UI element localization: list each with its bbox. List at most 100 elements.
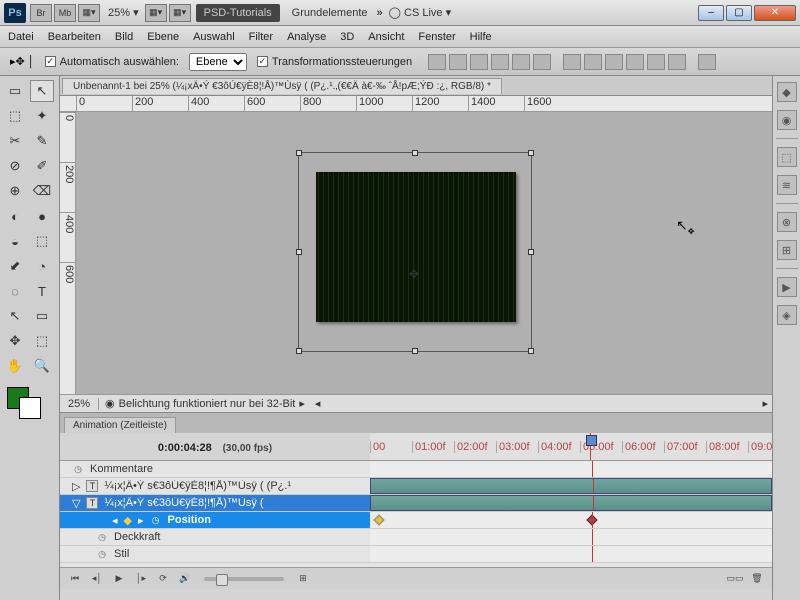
tool-4[interactable]: ✂ xyxy=(3,130,27,152)
transform-handle[interactable] xyxy=(296,249,302,255)
close-button[interactable]: ✕ xyxy=(754,5,796,21)
expand-icon[interactable]: ▷ xyxy=(72,480,80,493)
arrange-button[interactable]: ▦▾ xyxy=(145,4,167,22)
menu-bild[interactable]: Bild xyxy=(115,31,133,43)
tool-22[interactable]: ✋ xyxy=(3,355,27,377)
workspace-more-icon[interactable]: » xyxy=(377,7,383,19)
align-icon[interactable] xyxy=(428,54,446,70)
dock-icon-5[interactable]: ⊞ xyxy=(777,240,797,260)
transform-handle[interactable] xyxy=(412,150,418,156)
tool-23[interactable]: 🔍 xyxy=(30,355,54,377)
tool-5[interactable]: ✎ xyxy=(30,130,54,152)
align-icon[interactable] xyxy=(491,54,509,70)
maximize-button[interactable]: ▢ xyxy=(726,5,752,21)
tool-7[interactable]: ✐ xyxy=(30,155,54,177)
audio-button[interactable]: 🔊 xyxy=(176,572,194,586)
tool-14[interactable]: ⬋ xyxy=(3,255,27,277)
keyframe-diamond-icon[interactable]: ◆ xyxy=(124,514,132,527)
track-comments[interactable]: ◷Kommentare xyxy=(60,461,772,478)
track-layer-1[interactable]: ▷T¼¡x¦Ä•Ý ѕ€3ôÚ€ÿÈ8¦!¶Å)™Ùsÿ ( (P¿.¹ xyxy=(60,478,772,495)
tool-17[interactable]: T xyxy=(30,280,54,302)
transform-center-icon[interactable]: ✥ xyxy=(409,267,419,281)
tool-16[interactable]: ◌ xyxy=(3,280,27,302)
transform-handle[interactable] xyxy=(528,249,534,255)
tool-3[interactable]: ✦ xyxy=(30,105,54,127)
distribute-icon[interactable] xyxy=(605,54,623,70)
tool-2[interactable]: ⬚ xyxy=(3,105,27,127)
menu-bearbeiten[interactable]: Bearbeiten xyxy=(48,31,101,43)
animation-tab[interactable]: Animation (Zeitleiste) xyxy=(64,417,176,433)
distribute-icon[interactable] xyxy=(626,54,644,70)
align-icon[interactable] xyxy=(533,54,551,70)
align-icon[interactable] xyxy=(449,54,467,70)
menu-analyse[interactable]: Analyse xyxy=(287,31,326,43)
tool-18[interactable]: ↖ xyxy=(3,305,27,327)
tool-12[interactable]: ◒ xyxy=(3,230,27,252)
dock-icon-4[interactable]: ⊗ xyxy=(777,212,797,232)
keyframe[interactable] xyxy=(373,514,384,525)
track-layer-2[interactable]: ▽T¼¡x¦Ä•Ý ѕ€3ôÚ€ÿÈ8¦!¶Å)™Ùsÿ ( xyxy=(60,495,772,512)
stopwatch-icon[interactable]: ◷ xyxy=(96,531,108,543)
align-icon[interactable] xyxy=(512,54,530,70)
distribute-icon[interactable] xyxy=(647,54,665,70)
tool-20[interactable]: ✥ xyxy=(3,330,27,352)
workspace-psd-tutorials[interactable]: PSD-Tutorials xyxy=(196,4,280,22)
collapse-icon[interactable]: ▽ xyxy=(72,497,80,510)
transform-handle[interactable] xyxy=(412,348,418,354)
distribute-icon[interactable] xyxy=(563,54,581,70)
dock-icon-6[interactable]: ▶ xyxy=(777,277,797,297)
tool-15[interactable]: ◔ xyxy=(30,255,54,277)
tool-11[interactable]: ● xyxy=(30,205,54,227)
playhead[interactable] xyxy=(590,433,591,460)
prev-keyframe-icon[interactable]: ◂ xyxy=(112,514,118,527)
track-style[interactable]: ◷Stil xyxy=(60,546,772,563)
dock-icon-2[interactable]: ⬚ xyxy=(777,147,797,167)
align-icon[interactable] xyxy=(470,54,488,70)
transform-handle[interactable] xyxy=(296,150,302,156)
zoom-level[interactable]: 25% ▾ xyxy=(108,6,139,19)
tool-21[interactable]: ⬚ xyxy=(30,330,54,352)
menu-ebene[interactable]: Ebene xyxy=(147,31,179,43)
horizontal-ruler[interactable]: 02004006008001000120014001600 xyxy=(60,96,772,112)
transform-box[interactable]: ✥ xyxy=(298,152,532,352)
tool-8[interactable]: ⊕ xyxy=(3,180,27,202)
tool-9[interactable]: ⌫ xyxy=(30,180,54,202)
menu-auswahl[interactable]: Auswahl xyxy=(193,31,235,43)
color-swatches[interactable] xyxy=(3,387,56,421)
distribute-icon[interactable] xyxy=(584,54,602,70)
minimize-button[interactable]: – xyxy=(698,5,724,21)
zoom-slider[interactable] xyxy=(204,577,284,581)
tool-19[interactable]: ▭ xyxy=(30,305,54,327)
menu-3d[interactable]: 3D xyxy=(340,31,354,43)
frame-back-button[interactable]: ◂│ xyxy=(88,572,106,586)
dock-icon-7[interactable]: ◈ xyxy=(777,305,797,325)
frame-fwd-button[interactable]: │▸ xyxy=(132,572,150,586)
auto-align-icon[interactable] xyxy=(698,54,716,70)
transform-handle[interactable] xyxy=(528,150,534,156)
transform-controls-checkbox[interactable]: ✓Transformationssteuerungen xyxy=(257,56,412,68)
workspace-grundelemente[interactable]: Grundelemente xyxy=(286,4,374,22)
tool-1[interactable]: ↖ xyxy=(30,80,54,102)
menu-fenster[interactable]: Fenster xyxy=(418,31,455,43)
auto-select-checkbox[interactable]: ✓Automatisch auswählen: xyxy=(45,56,179,68)
bridge-button[interactable]: Br xyxy=(30,4,52,22)
horizontal-scrollbar[interactable]: ◂▸ xyxy=(311,397,772,410)
screen-mode-button[interactable]: ▦▾ xyxy=(78,4,100,22)
stopwatch-icon[interactable]: ◷ xyxy=(150,514,162,526)
menu-datei[interactable]: Datei xyxy=(8,31,34,43)
delete-button[interactable]: 🗑 xyxy=(748,572,766,586)
loop-button[interactable]: ⟳ xyxy=(154,572,172,586)
status-zoom[interactable]: 25% xyxy=(60,398,99,410)
current-time[interactable]: 0:00:04:28 (30,00 fps) xyxy=(60,439,370,454)
background-color[interactable] xyxy=(19,397,41,419)
menu-hilfe[interactable]: Hilfe xyxy=(470,31,492,43)
cs-live-button[interactable]: ◯ CS Live ▾ xyxy=(389,6,451,19)
dock-icon-0[interactable]: ◆ xyxy=(777,82,797,102)
dock-icon-1[interactable]: ◉ xyxy=(777,110,797,130)
stopwatch-icon[interactable]: ◷ xyxy=(96,548,108,560)
convert-frames-button[interactable]: ▭▭ xyxy=(726,572,744,586)
menu-ansicht[interactable]: Ansicht xyxy=(368,31,404,43)
track-opacity[interactable]: ◷Deckkraft xyxy=(60,529,772,546)
track-position[interactable]: ◂◆▸◷Position xyxy=(60,512,772,529)
rewind-button[interactable]: ⏮ xyxy=(66,572,84,586)
